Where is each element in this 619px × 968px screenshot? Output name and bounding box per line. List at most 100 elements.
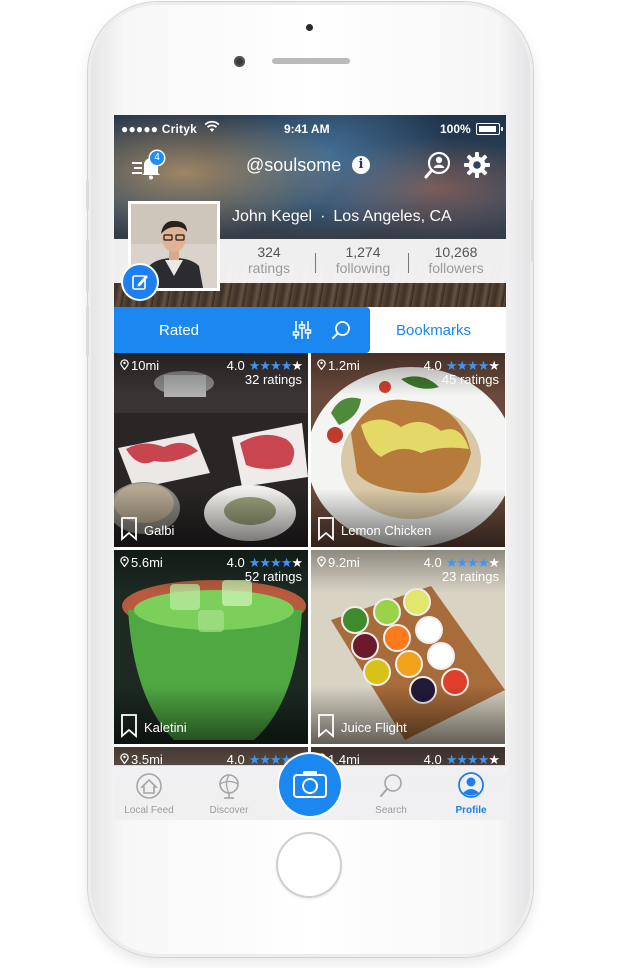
settings-button[interactable] xyxy=(463,151,491,184)
bookmark-icon[interactable] xyxy=(120,517,138,546)
star-empty-icon: ★ xyxy=(488,555,500,570)
card-score: 4.0 xyxy=(423,555,442,570)
tab-bookmarks[interactable]: Bookmarks xyxy=(396,322,471,339)
app-screen: ●●●●● Crityk 9:41 AM 100% 4 @soulsome i xyxy=(114,115,506,820)
star-rating: ★★★★★ xyxy=(248,358,303,373)
find-friends-icon xyxy=(424,151,451,179)
front-camera xyxy=(234,56,245,67)
star-filled-icon: ★ xyxy=(270,555,282,570)
volume-down-button xyxy=(86,305,89,357)
stat-ratings-label: ratings xyxy=(247,260,291,276)
info-icon[interactable]: i xyxy=(352,156,370,174)
star-rating: ★★★★★ xyxy=(445,555,500,570)
bookmark-icon[interactable] xyxy=(120,714,138,743)
card-title: Juice Flight xyxy=(341,720,407,735)
stat-following-value: 1,274 xyxy=(345,244,381,260)
star-filled-icon: ★ xyxy=(248,555,261,570)
bookmark-icon[interactable] xyxy=(317,714,335,743)
volume-up-button xyxy=(86,240,89,292)
tab-local-feed-label: Local Feed xyxy=(124,805,174,816)
card-title: Lemon Chicken xyxy=(341,523,432,538)
card-distance-value: 10mi xyxy=(131,358,160,373)
food-card-kaletini[interactable]: 5.6mi 4.0 ★★★★★ 52 ratings Kaletini xyxy=(114,550,308,744)
card-score: 4.0 xyxy=(226,358,245,373)
home-button[interactable] xyxy=(276,832,342,898)
tab-rated-label: Rated xyxy=(159,322,200,339)
find-friends-button[interactable] xyxy=(424,151,452,184)
status-bar: ●●●●● Crityk 9:41 AM 100% xyxy=(114,115,506,141)
star-empty-icon: ★ xyxy=(488,358,500,373)
star-filled-icon: ★ xyxy=(445,358,458,373)
search-icon[interactable] xyxy=(331,320,351,345)
tab-search-label: Search xyxy=(375,805,407,816)
food-card-juice-flight[interactable]: 9.2mi 4.0 ★★★★★ 23 ratings Juice Flight xyxy=(311,550,505,744)
card-score: 4.0 xyxy=(226,555,245,570)
star-rating: ★★★★★ xyxy=(445,358,500,373)
card-rating-count: 23 ratings xyxy=(441,569,499,584)
tab-profile-label: Profile xyxy=(455,805,487,816)
star-empty-icon: ★ xyxy=(291,358,303,373)
card-title: Kaletini xyxy=(144,720,187,735)
star-filled-icon: ★ xyxy=(456,555,468,570)
tab-profile[interactable]: Profile xyxy=(436,772,506,816)
filter-sliders-icon[interactable] xyxy=(292,320,312,345)
notification-badge: 4 xyxy=(150,151,164,165)
tab-search[interactable]: Search xyxy=(356,772,426,816)
stat-following[interactable]: 1,274 following xyxy=(318,244,408,276)
search-icon xyxy=(380,774,402,797)
username-title: @soulsome xyxy=(246,155,342,175)
star-empty-icon: ★ xyxy=(291,555,303,570)
edit-profile-button[interactable] xyxy=(123,265,157,299)
card-distance-value: 9.2mi xyxy=(328,555,360,570)
card-distance: 10mi xyxy=(120,358,159,373)
bookmark-icon[interactable] xyxy=(317,517,335,546)
star-filled-icon: ★ xyxy=(270,358,282,373)
food-card-galbi[interactable]: 10mi 4.0 ★★★★★ 32 ratings Galbi xyxy=(114,353,308,547)
name-separator: · xyxy=(320,208,326,225)
location-pin-icon xyxy=(317,555,326,570)
card-rating-count: 32 ratings xyxy=(244,372,302,387)
stat-ratings[interactable]: 324 ratings xyxy=(224,244,314,276)
tab-local-feed[interactable]: Local Feed xyxy=(114,772,184,816)
star-filled-icon: ★ xyxy=(456,358,468,373)
stat-divider xyxy=(315,253,316,273)
tab-discover-label: Discover xyxy=(209,805,249,816)
tab-rated[interactable]: Rated xyxy=(114,307,370,353)
gear-icon xyxy=(464,152,490,178)
star-filled-icon: ★ xyxy=(259,358,271,373)
card-distance: 1.2mi xyxy=(317,358,360,373)
card-distance: 9.2mi xyxy=(317,555,360,570)
stat-followers[interactable]: 10,268 followers xyxy=(411,244,501,276)
card-distance-value: 5.6mi xyxy=(131,555,163,570)
stat-following-label: following xyxy=(335,260,391,276)
location-pin-icon xyxy=(120,358,129,373)
bottom-tab-bar: Local Feed Discover Search Profile xyxy=(114,754,506,820)
proximity-sensor xyxy=(306,24,313,31)
star-filled-icon: ★ xyxy=(259,555,271,570)
carrier-label: ●●●●● Crityk xyxy=(121,122,197,136)
card-distance-value: 1.2mi xyxy=(328,358,360,373)
star-filled-icon: ★ xyxy=(280,555,293,570)
tab-discover[interactable]: Discover xyxy=(194,772,264,816)
profile-tabs: Rated Bookmarks xyxy=(114,307,506,353)
power-button xyxy=(531,200,534,262)
profile-header: 4 @soulsome i xyxy=(114,145,506,185)
star-filled-icon: ★ xyxy=(248,358,261,373)
globe-icon xyxy=(219,774,239,799)
star-filled-icon: ★ xyxy=(477,555,490,570)
card-score: 4.0 xyxy=(423,358,442,373)
rated-grid: 10mi 4.0 ★★★★★ 32 ratings Galbi 1.2mi 4.0 ★★★★… xyxy=(114,353,506,820)
profile-name: John Kegel xyxy=(232,208,313,225)
battery-icon xyxy=(476,123,503,135)
star-rating: ★★★★★ xyxy=(248,555,303,570)
pencil-icon xyxy=(132,275,148,290)
camera-button[interactable] xyxy=(279,754,341,816)
card-rating-count: 45 ratings xyxy=(441,372,499,387)
food-card-lemon-chicken[interactable]: 1.2mi 4.0 ★★★★★ 45 ratings Lemon Chicken xyxy=(311,353,505,547)
profile-icon xyxy=(458,772,484,798)
camera-icon xyxy=(293,771,327,798)
card-distance: 5.6mi xyxy=(120,555,163,570)
profile-name-row: John Kegel · Los Angeles, CA xyxy=(232,208,452,226)
stat-ratings-value: 324 xyxy=(257,244,281,260)
star-filled-icon: ★ xyxy=(445,555,458,570)
